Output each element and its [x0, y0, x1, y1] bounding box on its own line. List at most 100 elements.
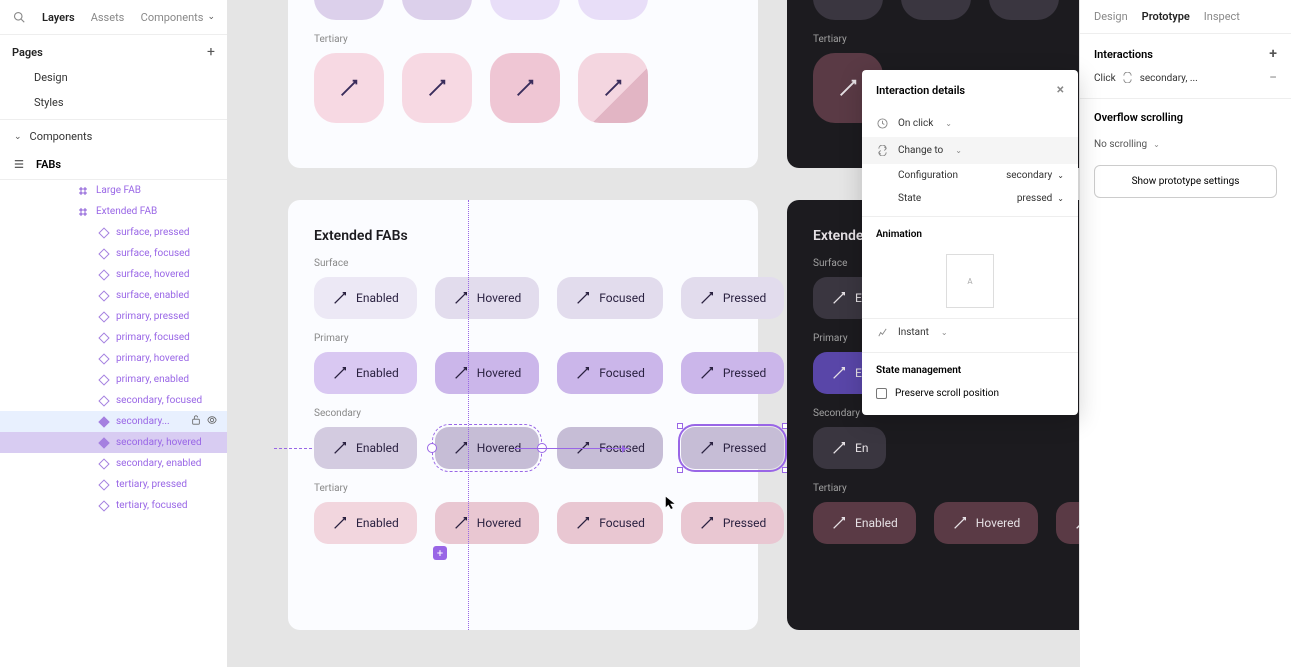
layer-large-fab[interactable]: Large FAB: [0, 180, 227, 201]
fabs-label: FABs: [36, 158, 61, 171]
prototype-node-icon[interactable]: [427, 443, 437, 453]
chevron-down-icon: ⌄: [941, 328, 948, 337]
search-icon[interactable]: [12, 10, 26, 24]
tab-prototype[interactable]: Prototype: [1142, 10, 1190, 23]
easing-select[interactable]: Instant⌄: [862, 318, 1078, 346]
state-mgmt-title: State management: [862, 352, 1078, 382]
variant-icon: [98, 311, 109, 322]
prototype-arrow[interactable]: [514, 448, 629, 449]
fab[interactable]: [901, 0, 971, 20]
chevron-down-icon: ⌄: [1057, 171, 1064, 180]
checkbox-icon[interactable]: [876, 388, 887, 399]
tab-layers[interactable]: Layers: [42, 11, 75, 24]
fab[interactable]: [989, 0, 1059, 20]
remove-interaction-icon[interactable]: −: [1269, 70, 1277, 86]
add-interaction-icon[interactable]: +: [1269, 46, 1277, 62]
ext-fab[interactable]: Focused: [557, 502, 663, 544]
state-row[interactable]: State pressed⌄: [862, 187, 1078, 210]
tab-design[interactable]: Design: [1094, 10, 1128, 23]
ext-fab[interactable]: Pressed: [681, 277, 784, 319]
layer-item[interactable]: secondary, focused: [0, 390, 227, 411]
layer-item[interactable]: primary, hovered: [0, 348, 227, 369]
row-label: Primary: [314, 333, 732, 344]
row-label: Tertiary: [813, 483, 1079, 494]
fabs-section[interactable]: FABs: [0, 149, 227, 180]
ext-fab[interactable]: Hovered: [435, 352, 540, 394]
ext-fab-pressed-target[interactable]: Pressed: [681, 427, 784, 469]
chevron-down-icon: ⌄: [945, 119, 952, 128]
fab[interactable]: [578, 53, 648, 123]
layer-item-hovered[interactable]: secondary, hovered: [0, 432, 227, 453]
unlock-icon[interactable]: [191, 415, 201, 428]
layer-item[interactable]: surface, enabled: [0, 285, 227, 306]
ext-fab[interactable]: Pressed: [681, 502, 784, 544]
ext-fab[interactable]: Enabled: [314, 502, 417, 544]
action-select[interactable]: Change to⌄: [862, 137, 1078, 164]
ext-fab[interactable]: En: [813, 427, 886, 469]
config-row[interactable]: Configuration secondary⌄: [862, 164, 1078, 187]
ext-fab[interactable]: Hovered: [435, 277, 540, 319]
trigger-select[interactable]: On click⌄: [862, 110, 1078, 137]
interaction-row[interactable]: Click secondary, ... −: [1094, 62, 1277, 86]
fab[interactable]: [402, 0, 472, 20]
page-styles[interactable]: Styles: [0, 90, 227, 115]
ext-fab-enabled[interactable]: Enabled: [314, 427, 417, 469]
add-page-icon[interactable]: +: [207, 45, 215, 59]
animation-section-title: Animation: [862, 216, 1078, 246]
preserve-scroll-checkbox[interactable]: Preserve scroll position: [862, 382, 1078, 405]
overflow-select[interactable]: No scrolling⌄: [1094, 139, 1160, 150]
close-icon[interactable]: ×: [1057, 82, 1064, 98]
resize-handle[interactable]: [677, 467, 683, 473]
layer-item[interactable]: surface, hovered: [0, 264, 227, 285]
layer-item[interactable]: tertiary, focused: [0, 495, 227, 516]
tab-inspect[interactable]: Inspect: [1204, 10, 1240, 23]
add-interaction-badge[interactable]: +: [433, 546, 447, 560]
ext-fab[interactable]: Hovered: [435, 502, 540, 544]
ext-fab[interactable]: Fo: [1056, 502, 1079, 544]
preserve-label: Preserve scroll position: [895, 388, 999, 399]
right-tabs: Design Prototype Inspect: [1080, 0, 1291, 34]
layer-item-selected[interactable]: secondary...: [0, 411, 227, 432]
layer-list[interactable]: Large FAB Extended FAB surface, pressed …: [0, 180, 227, 667]
ext-fab[interactable]: Enabled: [314, 277, 417, 319]
instant-icon: [876, 327, 888, 338]
row-label: Tertiary: [314, 34, 732, 45]
ext-fab[interactable]: Focused: [557, 352, 663, 394]
fab[interactable]: [490, 53, 560, 123]
show-prototype-settings-button[interactable]: Show prototype settings: [1094, 165, 1277, 198]
components-dropdown[interactable]: Components ⌄: [141, 11, 215, 24]
fab[interactable]: [813, 0, 883, 20]
component-icon: [78, 186, 88, 196]
fab[interactable]: [314, 0, 384, 20]
fab[interactable]: [578, 0, 648, 20]
ext-fab[interactable]: Pressed: [681, 352, 784, 394]
ext-fab[interactable]: Enabled: [813, 502, 916, 544]
animation-preview[interactable]: A: [946, 254, 994, 308]
variant-icon: [98, 290, 109, 301]
variant-icon: [98, 500, 109, 511]
layer-item[interactable]: primary, enabled: [0, 369, 227, 390]
interactions-title: Interactions: [1094, 48, 1153, 61]
layer-item[interactable]: tertiary, pressed: [0, 474, 227, 495]
fab[interactable]: [402, 53, 472, 123]
layer-item[interactable]: surface, focused: [0, 243, 227, 264]
layer-extended-fab[interactable]: Extended FAB: [0, 201, 227, 222]
layer-item[interactable]: primary, pressed: [0, 306, 227, 327]
page-design[interactable]: Design: [0, 65, 227, 90]
frame-light-fabs[interactable]: Tertiary: [288, 0, 758, 168]
ext-fab[interactable]: Hovered: [934, 502, 1039, 544]
frame-extended-fabs-light[interactable]: Extended FABs Surface Enabled Hovered Fo…: [288, 200, 758, 630]
ext-fab[interactable]: Focused: [557, 277, 663, 319]
resize-handle[interactable]: [677, 423, 683, 429]
eye-icon[interactable]: [207, 415, 217, 428]
fab[interactable]: [490, 0, 560, 20]
layer-item[interactable]: surface, pressed: [0, 222, 227, 243]
row-label: Secondary: [314, 408, 732, 419]
variant-icon: [98, 332, 109, 343]
layer-item[interactable]: secondary, enabled: [0, 453, 227, 474]
tab-assets[interactable]: Assets: [91, 11, 125, 24]
fab[interactable]: [314, 53, 384, 123]
ext-fab[interactable]: Enabled: [314, 352, 417, 394]
layer-item[interactable]: primary, focused: [0, 327, 227, 348]
page-components[interactable]: ⌄ Components: [0, 119, 227, 149]
